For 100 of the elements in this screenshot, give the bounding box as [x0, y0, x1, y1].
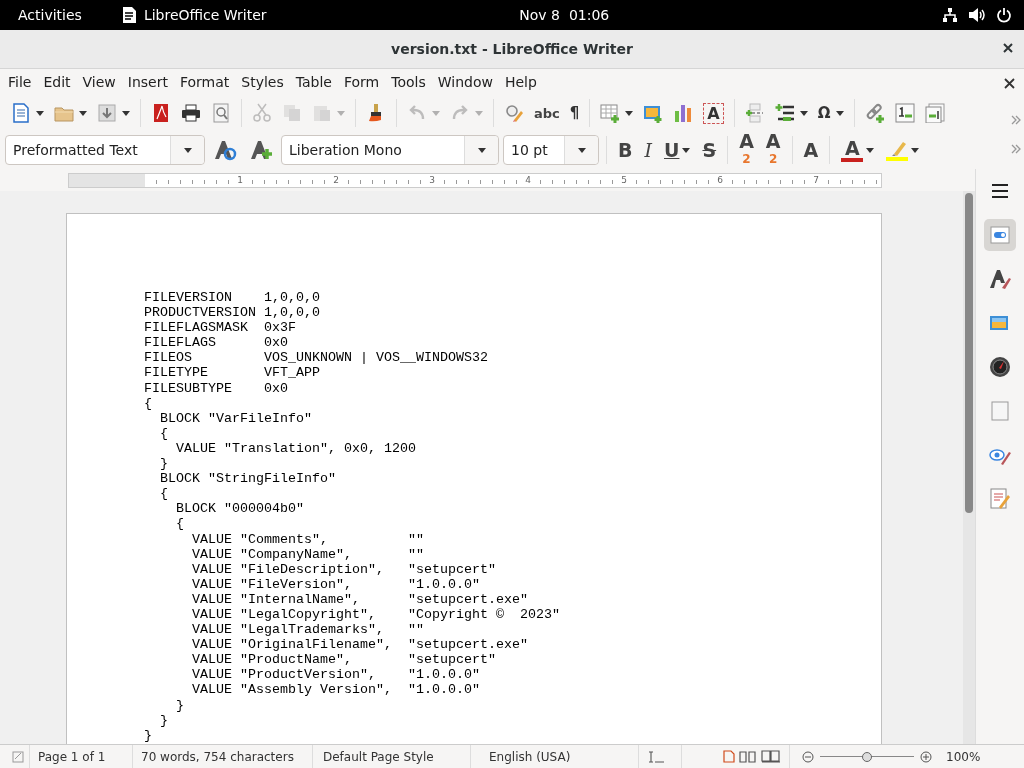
code-line: {: [175, 516, 184, 532]
menu-item[interactable]: Help: [498, 72, 543, 92]
page-style[interactable]: Default Page Style: [323, 749, 434, 764]
clock[interactable]: Nov 8 01:06: [519, 7, 610, 23]
code-line: VALUE "LegalCopyright", "Copyright © 2023": [191, 606, 560, 622]
code-line: VALUE "CompanyName", "": [191, 546, 424, 562]
pdf-export-icon: [151, 103, 171, 123]
dropdown-caret-icon[interactable]: [682, 147, 691, 153]
code-line: BLOCK "StringFileInfo": [159, 471, 336, 487]
app-name[interactable]: LibreOffice Writer: [143, 7, 267, 23]
properties-icon: [989, 224, 1011, 246]
vertical-scrollbar[interactable]: [963, 191, 975, 744]
dropdown-caret-icon[interactable]: [79, 110, 87, 116]
code-line: VALUE "Translation", 0x0, 1200: [175, 440, 416, 456]
dropdown-caret-icon[interactable]: [122, 110, 130, 116]
code-line: PRODUCTVERSION 1,0,0,0: [144, 305, 320, 321]
underline-button[interactable]: U: [660, 134, 695, 166]
book-view-icon: [761, 750, 781, 763]
menu-item[interactable]: Table: [289, 72, 338, 92]
dropdown-caret-icon[interactable]: [183, 147, 192, 153]
new-document-icon: [11, 103, 31, 123]
more-formatting-button[interactable]: [1011, 144, 1021, 154]
strikethrough-button[interactable]: S: [698, 134, 721, 166]
word-count[interactable]: 70 words, 754 characters: [141, 749, 294, 764]
power-icon: [996, 7, 1012, 23]
print-preview-icon: [211, 103, 231, 123]
dropdown-caret-icon[interactable]: [799, 110, 808, 116]
ruler-number: 1: [236, 174, 244, 185]
spellcheck-button[interactable]: abc: [531, 98, 563, 128]
code-line: FILEOS VOS_UNKNOWN | VOS__WINDOWS32: [144, 350, 488, 366]
single-page-view-icon: [723, 750, 735, 763]
code-line: VALUE "FileVersion", "1.0.0.0": [191, 576, 480, 592]
scissors-icon: [252, 103, 272, 123]
code-line: FILETYPE VFT_APP: [144, 365, 320, 381]
dropdown-caret-icon[interactable]: [36, 110, 44, 116]
paragraph-style-combo[interactable]: Preformatted Text: [5, 135, 205, 165]
font-name-combo[interactable]: Liberation Mono: [281, 135, 499, 165]
find-replace-icon: [504, 103, 524, 123]
window-title: version.txt - LibreOffice Writer: [391, 41, 633, 57]
omega-button[interactable]: Ω: [814, 98, 847, 128]
font-size-combo[interactable]: 10 pt: [503, 135, 599, 165]
dropdown-caret-icon[interactable]: [477, 147, 486, 153]
close-icon: [1002, 42, 1014, 54]
dropdown-caret-icon[interactable]: [835, 110, 844, 116]
ruler-number: 4: [524, 174, 532, 185]
dropdown-caret-icon[interactable]: [911, 147, 920, 153]
code-line: }: [159, 712, 168, 728]
zoom-slider[interactable]: [820, 751, 914, 762]
printer-icon: [181, 103, 201, 123]
chevron-right-icon: [1011, 115, 1021, 125]
code-line: VALUE "FileDescription", "setupcert": [191, 561, 496, 577]
ruler-number: 5: [620, 174, 628, 185]
table-icon: [600, 103, 621, 123]
insert-field-icon: [774, 103, 795, 123]
page-break-icon: [744, 103, 765, 123]
pilcrow-button[interactable]: ¶: [566, 98, 583, 128]
ruler[interactable]: 1 2 3 4 5 6 7: [68, 172, 882, 188]
copy-icon: [282, 103, 302, 123]
bar-chart-icon: [673, 103, 694, 123]
dropdown-caret-icon[interactable]: [625, 110, 634, 116]
chevron-right-icon: [1011, 144, 1021, 154]
code-line: }: [159, 456, 168, 472]
zoom-percent[interactable]: 100%: [946, 749, 981, 764]
ruler-number: 3: [428, 174, 436, 185]
scrollbar-thumb[interactable]: [965, 193, 973, 513]
dropdown-caret-icon[interactable]: [866, 147, 875, 153]
code-line: }: [144, 727, 152, 743]
menu-item[interactable]: Form: [337, 72, 386, 92]
document-page[interactable]: [66, 213, 882, 744]
menu-item[interactable]: File: [2, 72, 38, 92]
page-number[interactable]: Page 1 of 1: [38, 749, 106, 764]
page-icon: [989, 400, 1011, 422]
font-color-button[interactable]: A: [837, 134, 879, 166]
zoom-in-icon: [920, 750, 932, 763]
save-download-icon: [97, 103, 117, 123]
clear-formatting-button[interactable]: A: [799, 134, 823, 166]
code-line: FILEFLAGSMASK 0x3F: [144, 320, 296, 336]
menu-item[interactable]: Tools: [385, 72, 432, 92]
italic-button[interactable]: I: [640, 134, 656, 166]
new-style-icon: [249, 139, 273, 161]
zoom-slider-thumb[interactable]: [862, 751, 872, 762]
activities-button[interactable]: Activities: [18, 7, 82, 23]
menu-item[interactable]: Edit: [37, 72, 77, 92]
styles-icon: [989, 268, 1011, 290]
footnote-icon: [894, 103, 915, 123]
zoom-out-icon: [802, 750, 814, 763]
menu-item[interactable]: Styles: [235, 72, 290, 92]
document-icon: [121, 7, 136, 23]
code-line: VALUE "InternalName", "setupcert.exe": [191, 591, 528, 607]
dropdown-caret-icon[interactable]: [577, 147, 586, 153]
bold-button[interactable]: B: [614, 134, 637, 166]
properties-tab[interactable]: [984, 219, 1016, 251]
menu-item[interactable]: Insert: [121, 72, 174, 92]
menu-item[interactable]: Window: [431, 72, 499, 92]
language[interactable]: English (USA): [489, 749, 571, 764]
menu-item[interactable]: View: [76, 72, 122, 92]
menu-item[interactable]: Format: [173, 72, 236, 92]
style-update-icon: [213, 139, 237, 161]
code-line: FILESUBTYPE 0x0: [144, 380, 288, 396]
code-line: BLOCK "VarFileInfo": [159, 410, 312, 426]
